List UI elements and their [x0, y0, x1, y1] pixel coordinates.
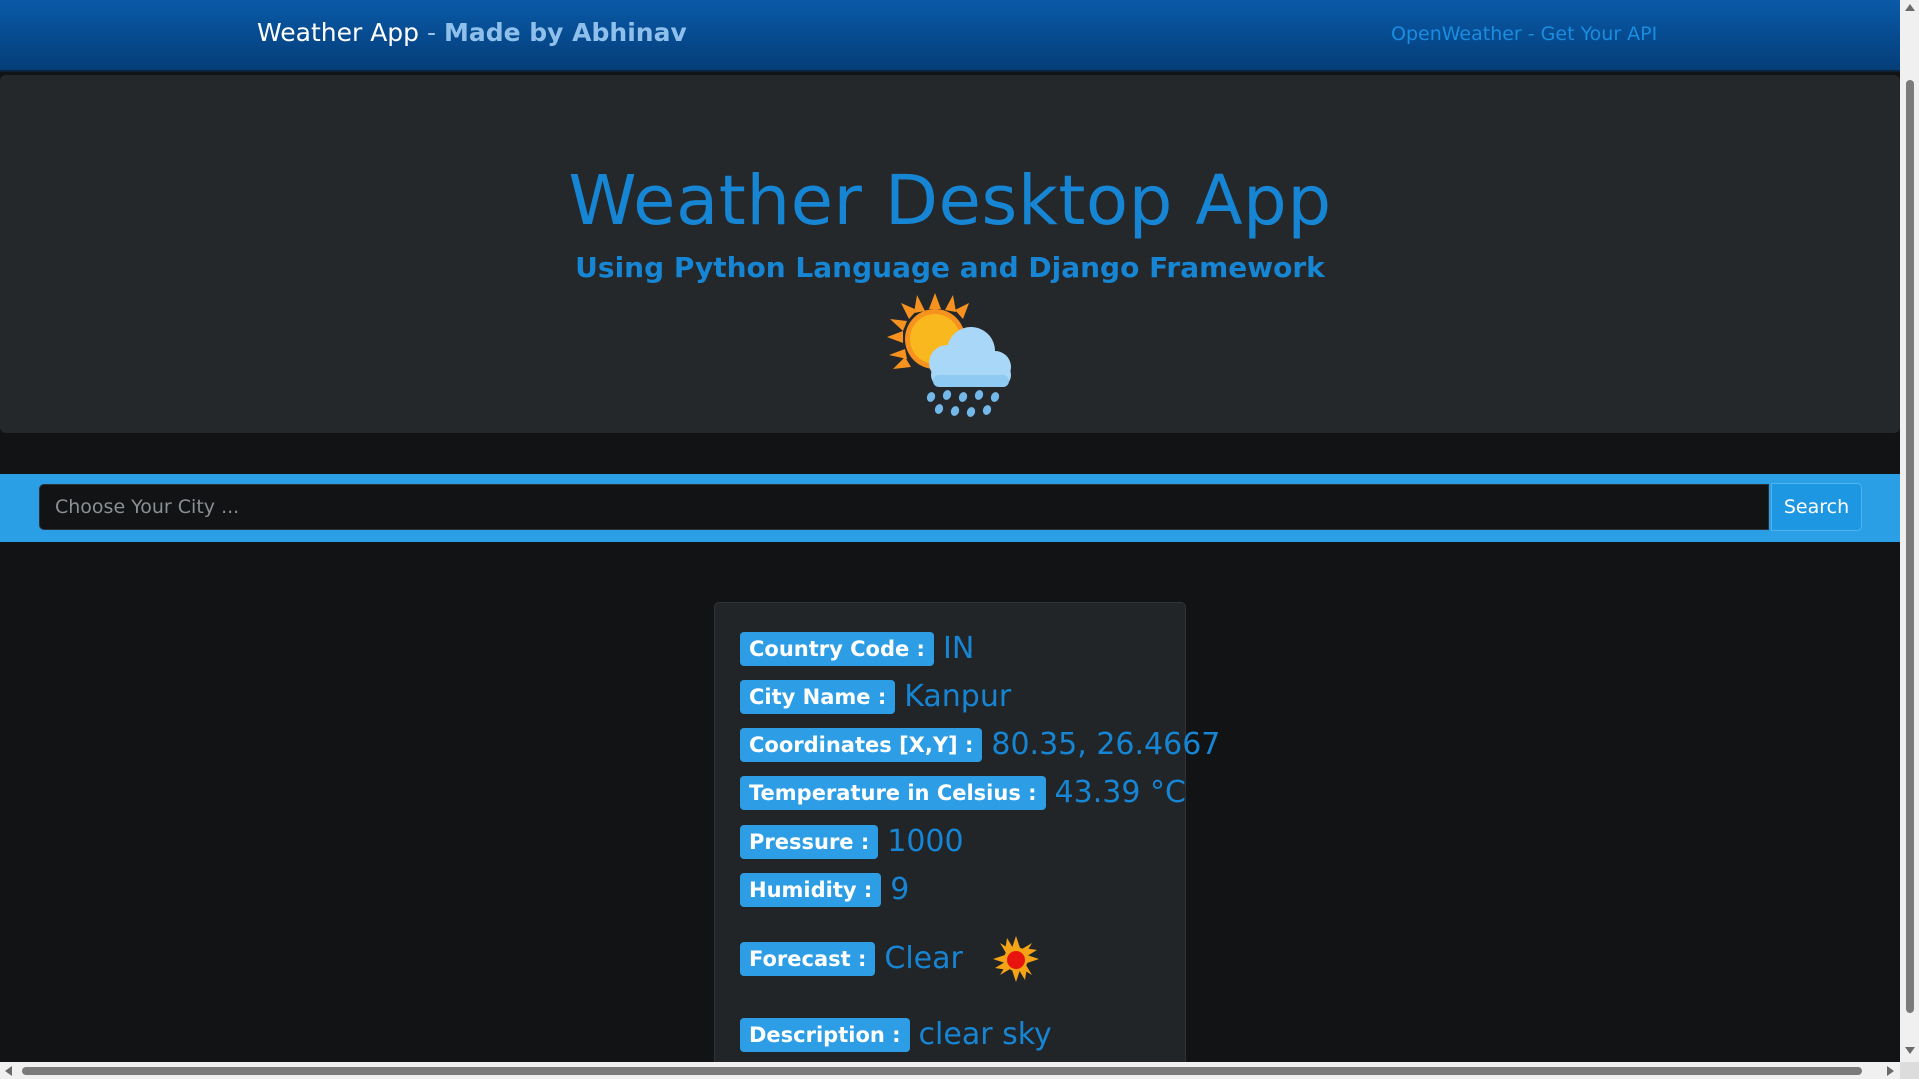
horizontal-scroll-thumb[interactable] [22, 1067, 1862, 1075]
city-name-value: Kanpur [904, 679, 1012, 714]
temperature-label: Temperature in Celsius : [740, 776, 1046, 810]
openweather-api-link[interactable]: OpenWeather - Get Your API [1391, 23, 1657, 45]
humidity-label: Humidity : [740, 873, 882, 907]
vertical-scroll-thumb[interactable] [1906, 80, 1914, 1013]
country-code-row: Country Code : IN [740, 631, 974, 667]
description-value: clear sky [918, 1017, 1052, 1052]
description-label: Description : [740, 1018, 910, 1052]
scroll-down-arrow-icon[interactable] [1905, 1047, 1915, 1054]
country-code-label: Country Code : [740, 632, 934, 666]
temperature-row: Temperature in Celsius : 43.39 °C [740, 775, 1186, 811]
page-title: Weather Desktop App [568, 161, 1332, 241]
sun-icon [992, 936, 1039, 982]
humidity-value: 9 [890, 872, 910, 907]
humidity-row: Humidity : 9 [740, 872, 909, 908]
coordinates-label: Coordinates [X,Y] : [740, 728, 983, 762]
brand-author: Made by Abhinav [443, 18, 687, 47]
city-name-row: City Name : Kanpur [740, 679, 1011, 715]
forecast-label: Forecast : [740, 942, 876, 976]
temperature-value: 43.39 °C [1054, 775, 1186, 810]
scroll-up-arrow-icon[interactable] [1905, 4, 1915, 11]
scrollbar-corner [1900, 1062, 1919, 1079]
forecast-row: Forecast : Clear [740, 936, 1039, 982]
hero-banner: Weather Desktop App Using Python Languag… [0, 75, 1900, 433]
scroll-right-arrow-icon[interactable] [1887, 1066, 1894, 1076]
forecast-value: Clear [884, 941, 963, 976]
scroll-left-arrow-icon[interactable] [5, 1066, 12, 1076]
country-code-value: IN [942, 631, 975, 666]
pressure-label: Pressure : [740, 825, 879, 859]
description-row: Description : clear sky [740, 1017, 1052, 1053]
pressure-value: 1000 [887, 824, 964, 859]
search-button[interactable]: Search [1771, 483, 1862, 531]
weather-result-card: Country Code : IN City Name : Kanpur Coo… [714, 602, 1220, 1072]
coordinates-value: 80.35, 26.4667 [991, 727, 1221, 762]
city-name-label: City Name : [740, 680, 896, 714]
horizontal-scrollbar[interactable] [0, 1062, 1919, 1079]
sun-behind-rain-cloud-icon [887, 293, 1011, 417]
city-search-input[interactable] [39, 484, 1769, 530]
brand-separator: - [419, 18, 444, 47]
coordinates-row: Coordinates [X,Y] : 80.35, 26.4667 [740, 727, 1220, 763]
navbar: Weather App - Made by Abhinav OpenWeathe… [0, 0, 1900, 72]
page: Weather App - Made by Abhinav OpenWeathe… [0, 0, 1919, 1079]
search-bar: Search [0, 474, 1900, 542]
pressure-row: Pressure : 1000 [740, 824, 964, 860]
brand-name: Weather App [257, 18, 420, 47]
navbar-brand[interactable]: Weather App - Made by Abhinav [257, 18, 687, 47]
page-subtitle: Using Python Language and Django Framewo… [575, 251, 1325, 284]
vertical-scrollbar[interactable] [1900, 0, 1919, 1062]
